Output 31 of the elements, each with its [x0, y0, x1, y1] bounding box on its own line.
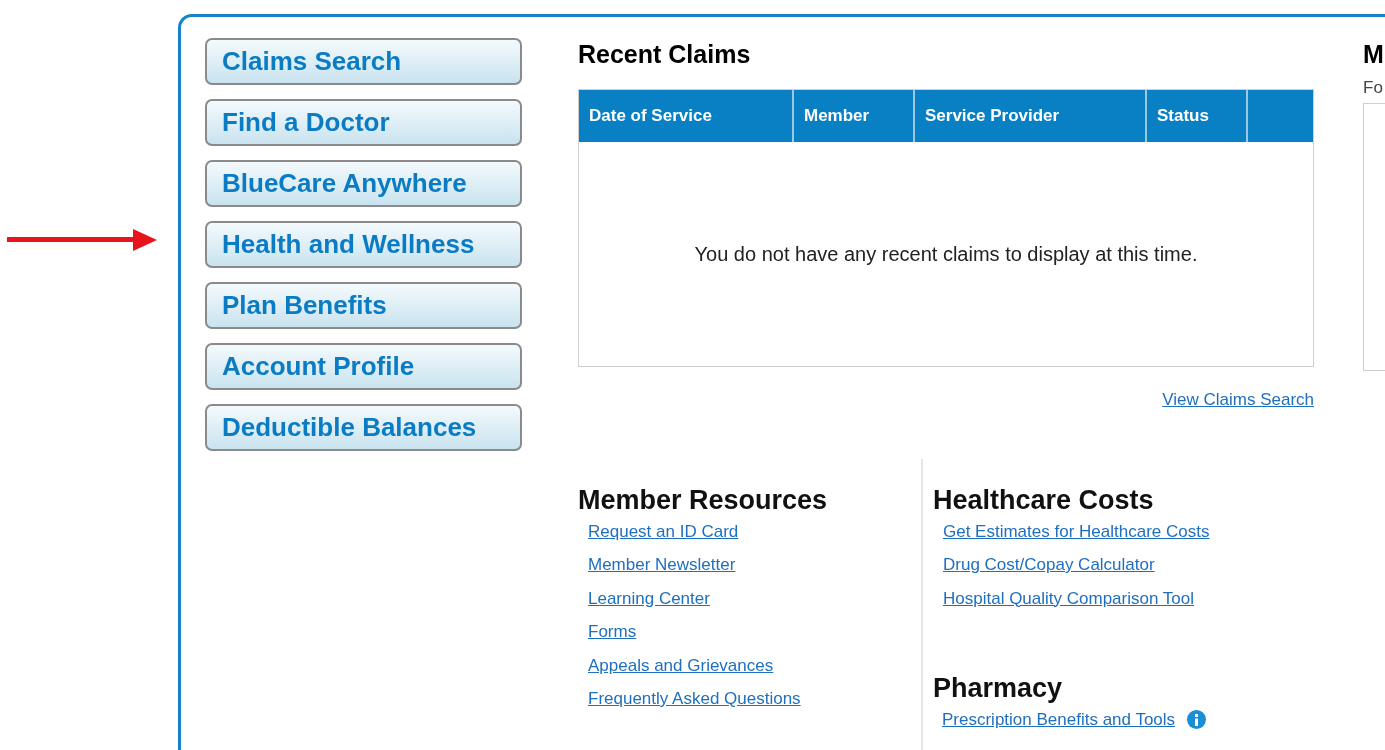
link[interactable]: View Claims Search — [1162, 387, 1314, 413]
link[interactable]: Appeals and Grievances — [588, 652, 921, 678]
column-header: Status — [1147, 90, 1248, 142]
nav-button[interactable]: Plan Benefits — [205, 282, 522, 329]
column-header: Date of Service — [579, 90, 794, 142]
link[interactable]: Learning Center — [588, 585, 921, 611]
nav-button[interactable]: Find a Doctor — [205, 99, 522, 146]
section-title: Healthcare Costs — [933, 484, 1155, 515]
link[interactable]: Request an ID Card — [588, 518, 921, 544]
link[interactable]: Drug Cost/Copay Calculator — [943, 552, 1210, 578]
nav-button[interactable]: Health and Wellness — [205, 221, 522, 268]
link[interactable]: Hospital Quality Comparison Tool — [943, 585, 1210, 611]
column-header: Member — [794, 90, 915, 142]
arrow-icon — [7, 228, 157, 252]
nav-button[interactable]: BlueCare Anywhere — [205, 160, 522, 207]
link[interactable]: Forms — [588, 619, 921, 645]
link[interactable]: Frequently Asked Questions — [588, 686, 921, 712]
subtitle: Fo — [1363, 77, 1384, 99]
info-icon[interactable] — [1187, 710, 1207, 730]
column-header: Service Provider — [915, 90, 1147, 142]
empty-message: You do not have any recent claims to display at this time. — [694, 242, 1198, 267]
section-title: Recent Claims — [578, 39, 752, 69]
link[interactable]: Get Estimates for Healthcare Costs — [943, 518, 1210, 544]
section-title: Member Resources — [578, 484, 829, 515]
link[interactable]: Prescription Benefits and Tools — [942, 707, 1176, 733]
link[interactable]: Member Newsletter — [588, 552, 921, 578]
section-title: Pharmacy — [933, 673, 1064, 703]
section-title: M — [1363, 39, 1385, 69]
nav-button[interactable]: Deductible Balances — [205, 404, 522, 451]
nav-button[interactable]: Account Profile — [205, 343, 522, 390]
nav-button[interactable]: Claims Search — [205, 38, 522, 85]
